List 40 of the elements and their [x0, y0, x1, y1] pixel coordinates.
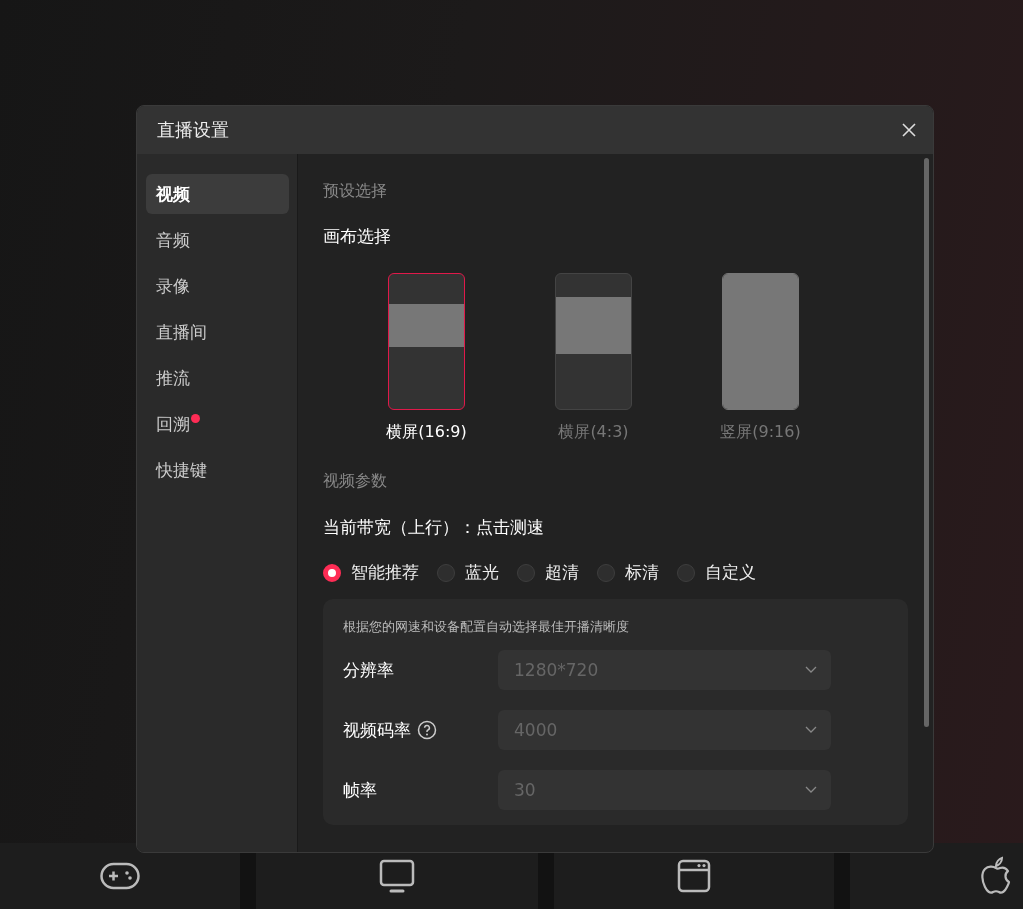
radio-button[interactable]: [437, 563, 455, 582]
monitor-icon[interactable]: [379, 859, 415, 893]
close-icon[interactable]: [901, 122, 917, 138]
chevron-icon: [805, 666, 817, 674]
section-heading: 视频参数: [323, 470, 388, 492]
option-label: 横屏(16:9): [386, 422, 467, 443]
chevron-icon: [805, 786, 817, 794]
field-label: 帧率: [343, 778, 377, 802]
sidebar-item[interactable]: 录像: [146, 266, 289, 306]
sidebar-item[interactable]: 快捷键: [146, 450, 289, 490]
window-title: 直播设置: [157, 118, 229, 142]
option-label: 竖屏(9:16): [720, 422, 801, 443]
window-icon[interactable]: [677, 859, 711, 893]
field-label: 视频码率: [343, 718, 411, 742]
bandwidth-text: 当前带宽（上行）：点击测速: [323, 516, 545, 539]
radio-button[interactable]: [597, 563, 615, 582]
radio-button[interactable]: [323, 563, 341, 582]
description-text: 根据您的网速和设备配置自动选择最佳开播清晰度: [343, 618, 630, 636]
radio-label[interactable]: 超清: [545, 561, 579, 584]
gamepad-icon[interactable]: [100, 862, 140, 890]
option-label: 横屏(4:3): [558, 422, 629, 443]
sidebar-item[interactable]: 推流: [146, 358, 289, 398]
sidebar-item[interactable]: 直播间: [146, 312, 289, 352]
radio-label[interactable]: 智能推荐: [351, 561, 419, 584]
scrollbar-thumb[interactable]: [924, 158, 929, 727]
radio-label[interactable]: 蓝光: [465, 561, 499, 584]
sidebar-item[interactable]: 回溯: [146, 404, 289, 444]
apple-icon[interactable]: [979, 856, 1013, 896]
section-heading: 预设选择: [323, 180, 388, 202]
radio-button[interactable]: [517, 563, 535, 582]
aspect-option[interactable]: [388, 273, 465, 410]
radio-button[interactable]: [677, 563, 695, 582]
section-heading: 画布选择: [323, 225, 392, 247]
radio-label[interactable]: 自定义: [705, 561, 756, 584]
sidebar-item[interactable]: 视频: [146, 174, 289, 214]
radio-label[interactable]: 标清: [625, 561, 659, 584]
chevron-icon: [805, 726, 817, 734]
sidebar-item[interactable]: 音频: [146, 220, 289, 260]
aspect-option[interactable]: [555, 273, 632, 410]
field-label: 分辨率: [343, 658, 394, 682]
